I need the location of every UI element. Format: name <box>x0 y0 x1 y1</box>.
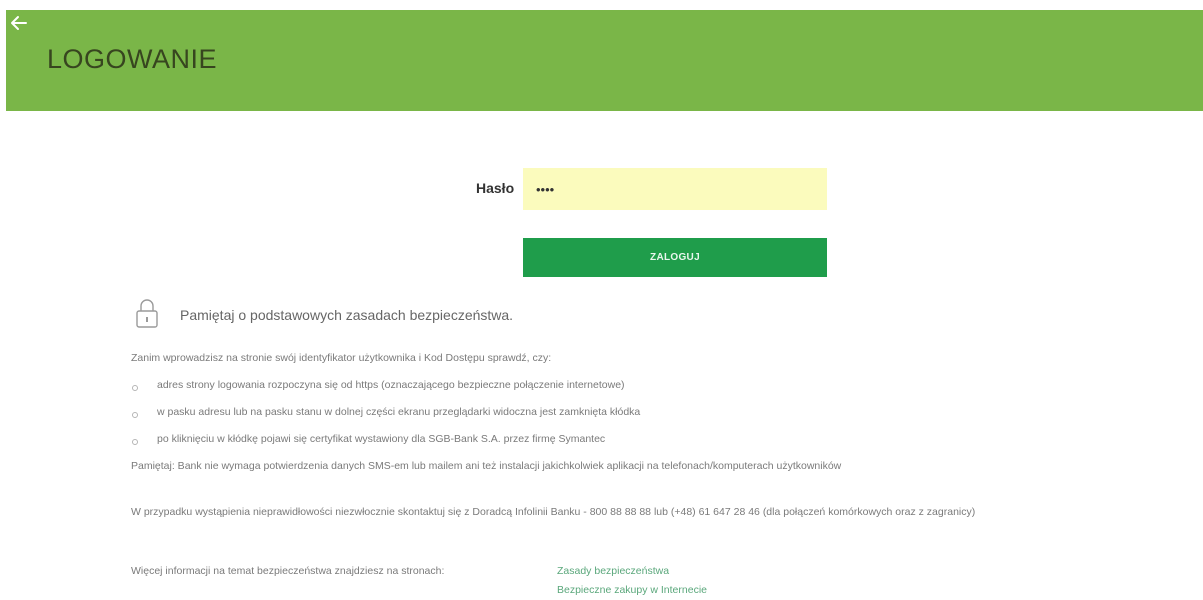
security-note: Pamiętaj: Bank nie wymaga potwierdzenia … <box>131 460 842 472</box>
bullet-icon <box>132 385 138 391</box>
security-check-certificate: po kliknięciu w kłódkę pojawi się certyf… <box>157 433 606 445</box>
header-bar: LOGOWANIE <box>6 10 1203 111</box>
arrow-left-icon[interactable] <box>10 14 28 32</box>
login-page: LOGOWANIE Hasło ZALOGUJ Pamiętaj o podst… <box>0 0 1203 600</box>
password-input[interactable] <box>523 168 827 210</box>
password-label: Hasło <box>476 180 515 196</box>
security-check-padlock: w pasku adresu lub na pasku stanu w doln… <box>157 406 641 418</box>
security-intro: Zanim wprowadzisz na stronie swój identy… <box>131 352 552 364</box>
security-check-https: adres strony logowania rozpoczyna się od… <box>157 379 625 391</box>
page-title: LOGOWANIE <box>47 44 218 74</box>
security-rules-link[interactable]: Zasady bezpieczeństwa <box>557 565 669 577</box>
security-heading: Pamiętaj o podstawowych zasadach bezpiec… <box>180 307 514 323</box>
bullet-icon <box>132 412 138 418</box>
safe-shopping-link[interactable]: Bezpieczne zakupy w Internecie <box>557 584 707 596</box>
padlock-icon <box>136 299 158 328</box>
hotline-info: W przypadku wystąpienia nieprawidłowości… <box>131 506 976 518</box>
more-info-text: Więcej informacji na temat bezpieczeństw… <box>131 565 445 577</box>
login-button[interactable]: ZALOGUJ <box>523 238 827 277</box>
bullet-icon <box>132 439 138 445</box>
